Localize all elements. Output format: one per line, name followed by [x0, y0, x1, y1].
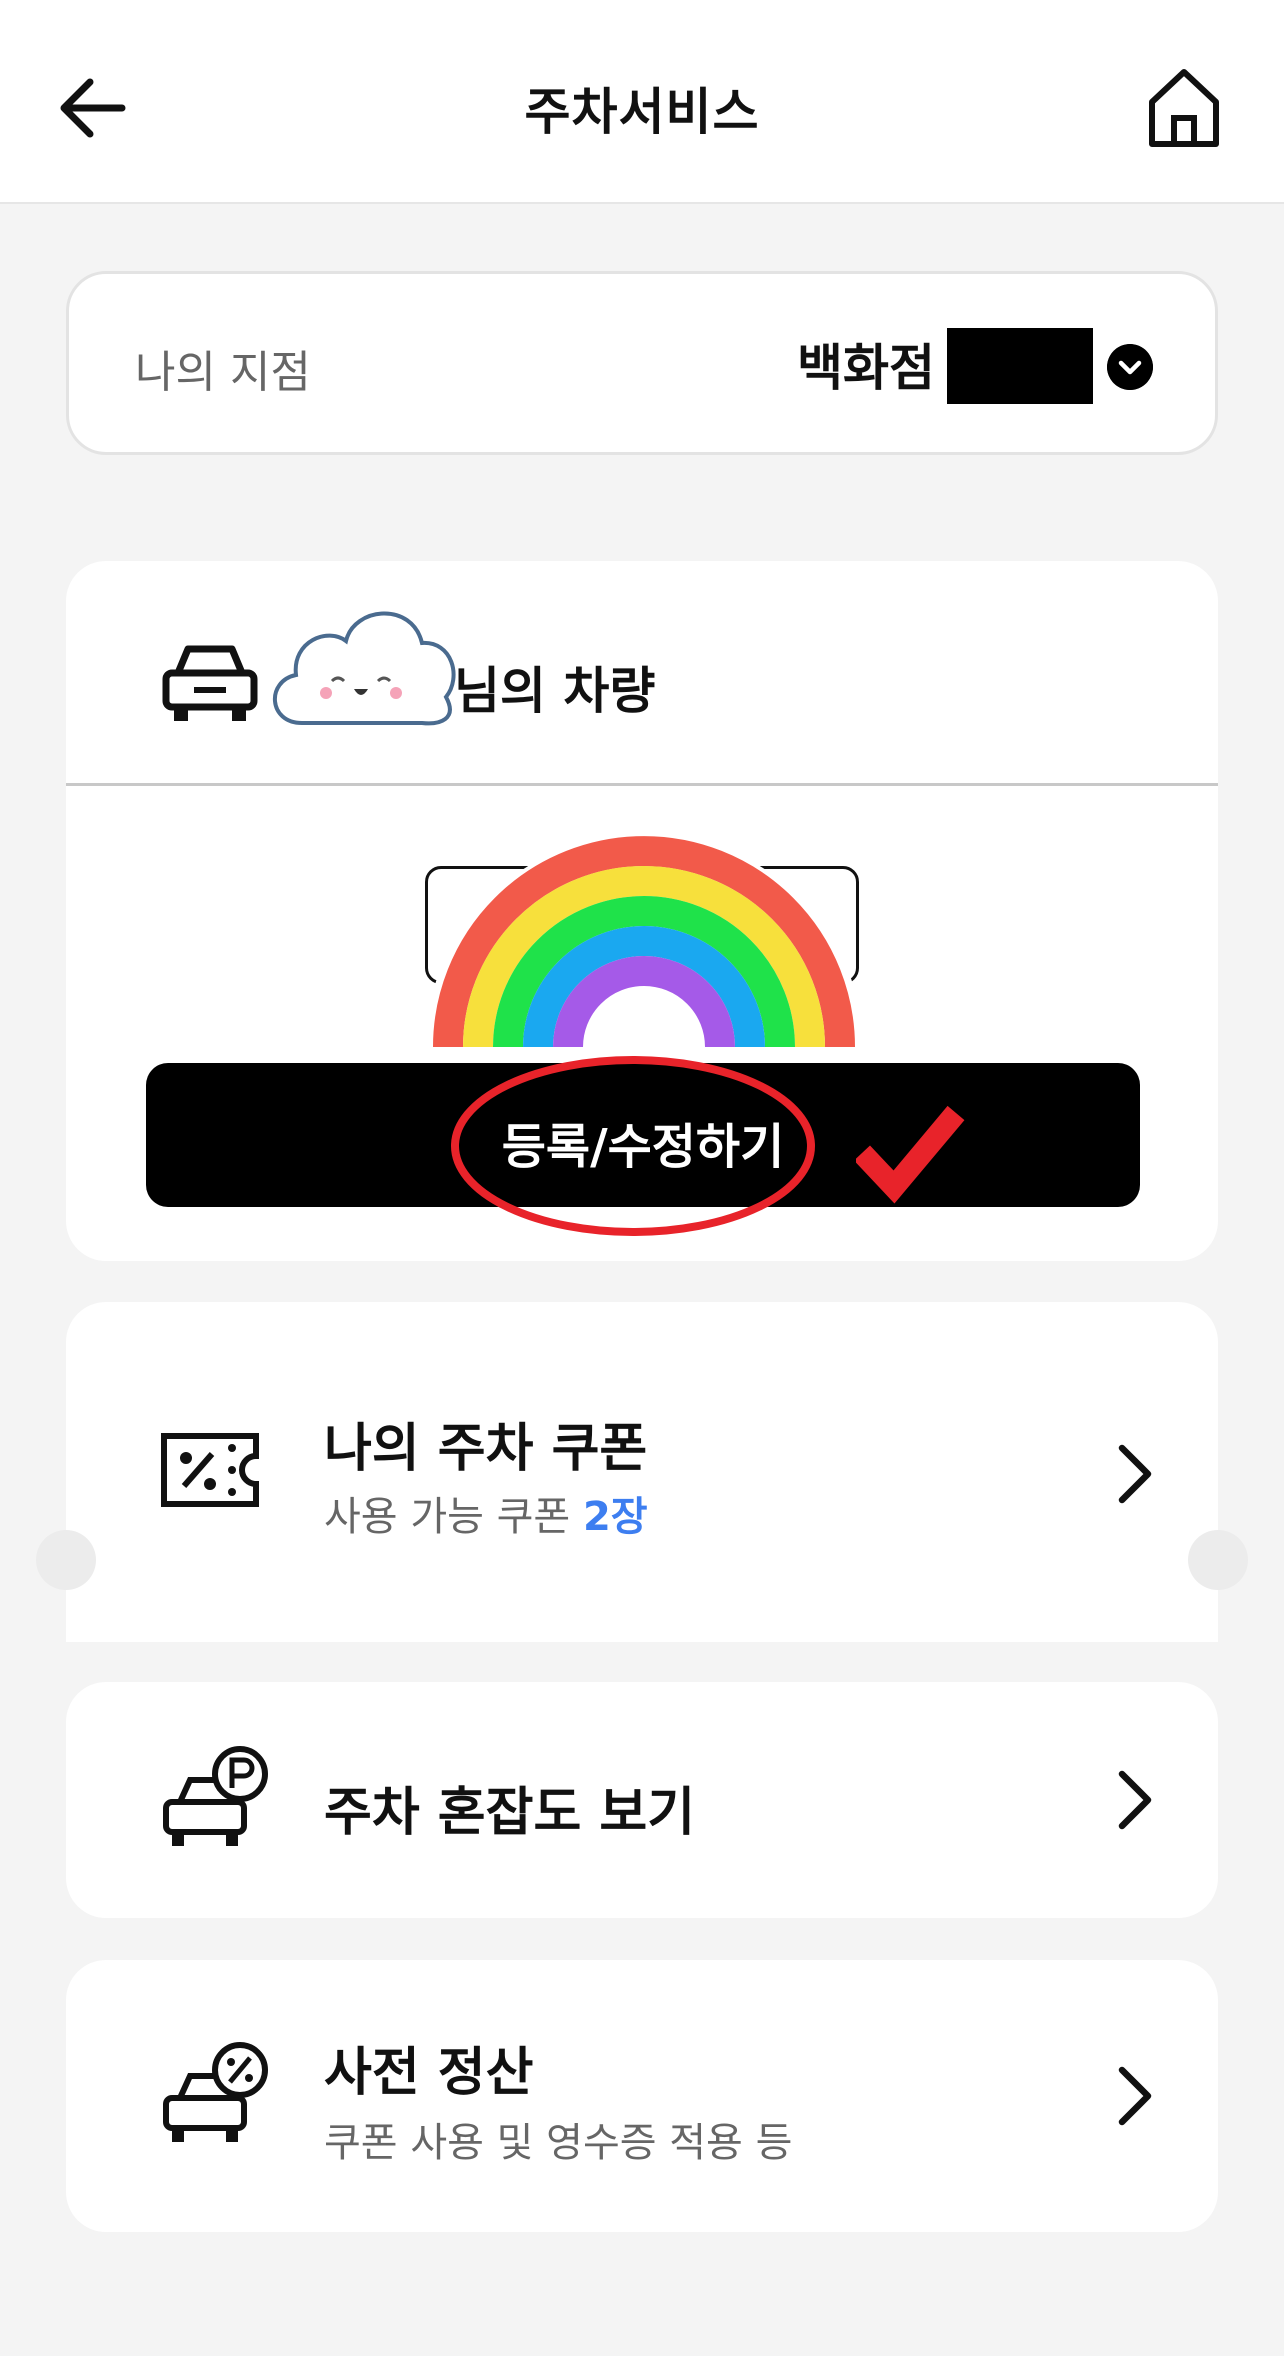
page-title: 주차서비스	[524, 83, 760, 141]
prepay-title: 사전 정산	[324, 2043, 534, 2103]
chevron-right-icon	[1118, 2066, 1152, 2126]
car-parking-icon	[163, 1746, 268, 1846]
coupon-subtitle-text: 사용 가능 쿠폰	[324, 1494, 571, 1540]
ticket-notch	[36, 1530, 96, 1590]
parking-congestion-row[interactable]: 주차 혼잡도 보기	[66, 1682, 1218, 1918]
store-label: 나의 지점	[135, 347, 311, 398]
coupon-ticket-icon	[161, 1433, 259, 1507]
vehicle-card: 님의 차량 등록/수정하기	[66, 561, 1218, 1261]
divider	[66, 783, 1218, 786]
prepayment-row[interactable]: 사전 정산 쿠폰 사용 및 영수증 적용 등	[66, 1960, 1218, 2232]
ticket-notch	[1188, 1530, 1248, 1590]
rainbow-sticker	[424, 833, 864, 1053]
home-icon[interactable]	[1146, 66, 1222, 150]
chevron-right-icon	[1118, 1444, 1152, 1504]
vehicle-owner-label: 님의 차량	[454, 662, 656, 720]
cloud-sticker	[272, 611, 456, 726]
redacted-block	[947, 328, 1093, 404]
store-name: 백화점	[797, 339, 935, 397]
chevron-down-circle-icon[interactable]	[1107, 344, 1153, 390]
red-circle-annotation	[451, 1056, 815, 1236]
coupon-title: 나의 주차 쿠폰	[324, 1419, 648, 1479]
prepay-subtitle: 쿠폰 사용 및 영수증 적용 등	[324, 2120, 793, 2166]
coupon-subtitle: 사용 가능 쿠폰 2장	[324, 1484, 648, 1542]
app-header: 주차서비스	[0, 0, 1284, 204]
chevron-right-icon	[1118, 1770, 1152, 1830]
car-icon	[162, 645, 258, 721]
store-selector[interactable]: 나의 지점 백화점	[66, 271, 1218, 455]
congestion-title: 주차 혼잡도 보기	[324, 1783, 696, 1843]
checkmark-icon	[856, 1105, 965, 1204]
coupon-row[interactable]: 나의 주차 쿠폰 사용 가능 쿠폰 2장	[36, 1302, 1248, 1642]
car-discount-icon	[163, 2042, 268, 2142]
coupon-count: 2장	[582, 1494, 648, 1540]
